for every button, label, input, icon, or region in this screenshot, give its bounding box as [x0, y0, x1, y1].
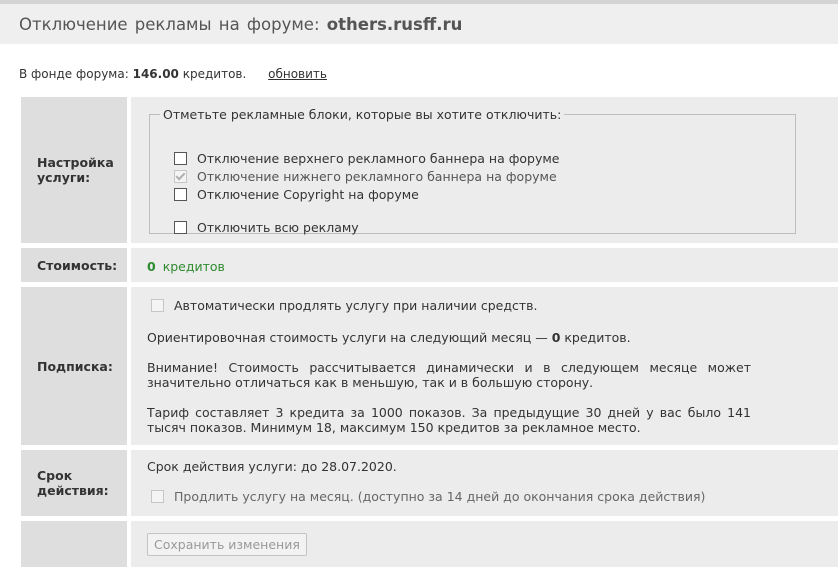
estimate-prefix: Ориентировочная стоимость услуги на след… [147, 330, 548, 345]
actions-row: Сохранить изменения [21, 521, 838, 567]
page-title-prefix: Отключение рекламы на форуме: [19, 15, 320, 34]
cost-row: Стоимость: 0 кредитов [21, 248, 838, 282]
cost-label: Стоимость: [21, 248, 127, 282]
estimate-amount: 0 [551, 330, 561, 345]
ad-blocks-fieldset: Отметьте рекламные блоки, которые вы хот… [149, 107, 796, 235]
cost-value: 0 кредитов [147, 259, 225, 274]
extend-option: Продлить услугу на месяц. (доступно за 1… [151, 489, 705, 504]
option-all-ads[interactable]: Отключить всю рекламу [174, 220, 359, 235]
forum-domain: others.rusff.ru [326, 15, 463, 34]
cost-cell: 0 кредитов [131, 248, 838, 282]
option-all-ads-label: Отключить всю рекламу [197, 220, 359, 235]
extend-label: Продлить услугу на месяц. (доступно за 1… [174, 489, 706, 504]
save-changes-button[interactable]: Сохранить изменения [147, 533, 307, 556]
fund-amount: 146.00 [132, 67, 179, 81]
fund-unit: кредитов. [182, 67, 247, 81]
estimate-text: Ориентировочная стоимость услуги на след… [147, 330, 751, 345]
subscription-label: Подписка: [21, 287, 127, 445]
validity-cell: Срок действия услуги: до 28.07.2020. Про… [131, 450, 838, 516]
validity-label: Срок действия: [21, 450, 127, 516]
checkbox-copyright[interactable] [174, 188, 187, 201]
checkbox-top-banner[interactable] [174, 152, 187, 165]
estimate-unit: кредитов. [564, 330, 631, 345]
cost-amount: 0 [147, 259, 156, 274]
ad-blocks-legend: Отметьте рекламные блоки, которые вы хот… [163, 107, 562, 122]
settings-row: Настройка услуги: Отметьте рекламные бло… [21, 97, 838, 243]
fund-prefix: В фонде форума: [19, 67, 129, 81]
validity-text: Срок действия услуги: до 28.07.2020. [147, 459, 397, 474]
warning-text: Внимание! Стоимость рассчитывается динам… [147, 360, 751, 390]
settings-label-text: Настройка услуги: [37, 155, 114, 185]
settings-cell: Отметьте рекламные блоки, которые вы хот… [131, 97, 838, 243]
subscription-row: Подписка: Автоматически продлять услугу … [21, 287, 838, 445]
checkbox-auto-renew [151, 299, 164, 312]
page-title: Отключение рекламы на форуме: others.rus… [0, 4, 838, 44]
tariff-text: Тариф составляет 3 кредита за 1000 показ… [147, 405, 751, 435]
checkbox-all-ads[interactable] [174, 221, 187, 234]
actions-cell: Сохранить изменения [131, 521, 838, 567]
settings-label: Настройка услуги: [21, 97, 127, 243]
option-top-banner[interactable]: Отключение верхнего рекламного баннера н… [174, 151, 560, 166]
validity-row: Срок действия: Срок действия услуги: до … [21, 450, 838, 516]
option-bottom-banner-label: Отключение нижнего рекламного баннера на… [197, 169, 557, 184]
auto-renew-label: Автоматически продлять услугу при наличи… [174, 298, 538, 313]
option-copyright[interactable]: Отключение Copyright на форуме [174, 187, 419, 202]
auto-renew-option: Автоматически продлять услугу при наличи… [151, 298, 537, 313]
option-copyright-label: Отключение Copyright на форуме [197, 187, 419, 202]
cost-unit: кредитов [162, 259, 225, 274]
checkbox-bottom-banner [174, 170, 187, 183]
option-top-banner-label: Отключение верхнего рекламного баннера н… [197, 151, 560, 166]
option-bottom-banner: Отключение нижнего рекламного баннера на… [174, 169, 557, 184]
fund-balance: В фонде форума: 146.00 кредитов. обновит… [19, 67, 327, 81]
actions-label [21, 521, 127, 567]
subscription-cell: Автоматически продлять услугу при наличи… [131, 287, 838, 445]
checkbox-extend [151, 490, 164, 503]
validity-label-text: Срок действия: [37, 468, 109, 498]
refresh-link[interactable]: обновить [268, 67, 327, 81]
